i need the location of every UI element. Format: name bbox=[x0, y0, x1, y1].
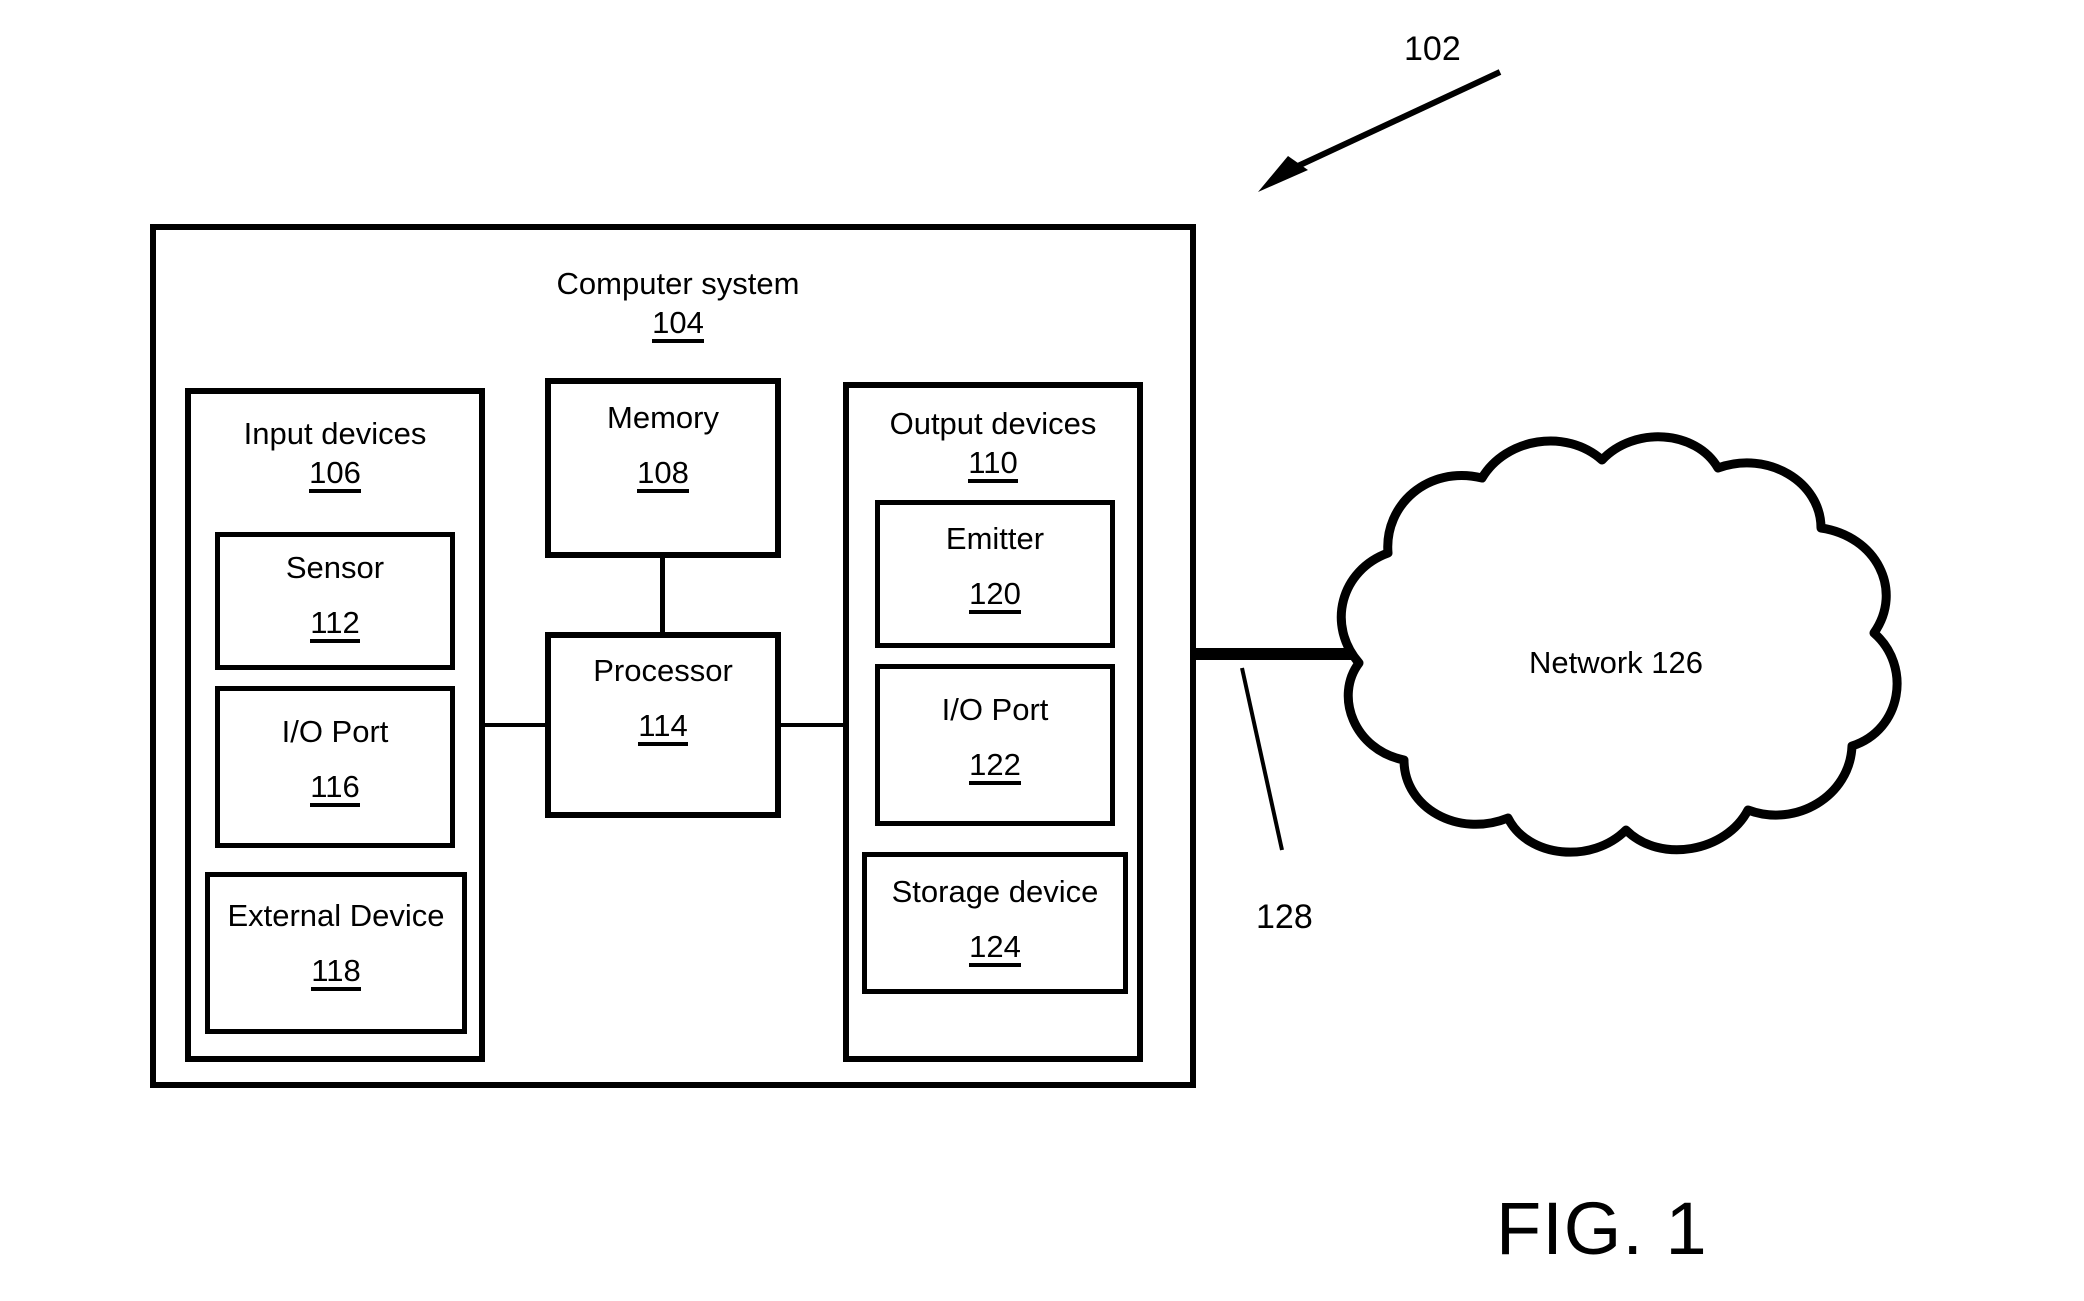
emitter-ref: 120 bbox=[969, 578, 1021, 614]
output-io-port-label: I/O Port 122 bbox=[875, 692, 1115, 785]
system-callout-arrow bbox=[1240, 60, 1540, 200]
memory-ref: 108 bbox=[637, 457, 689, 493]
memory-title: Memory bbox=[607, 400, 719, 435]
sensor-label: Sensor 112 bbox=[215, 550, 455, 643]
processor-title: Processor bbox=[593, 653, 733, 688]
output-devices-ref: 110 bbox=[968, 447, 1018, 483]
output-devices-title: Output devices bbox=[889, 406, 1097, 441]
output-io-port-ref: 122 bbox=[969, 749, 1021, 785]
external-device-title: External Device bbox=[227, 898, 445, 933]
sensor-ref: 112 bbox=[310, 607, 360, 643]
storage-device-label: Storage device 124 bbox=[862, 874, 1128, 967]
input-io-port-label: I/O Port 116 bbox=[215, 714, 455, 807]
output-devices-label: Output devices 110 bbox=[858, 406, 1128, 483]
input-io-port-ref: 116 bbox=[310, 771, 360, 807]
input-devices-label: Input devices 106 bbox=[200, 416, 470, 493]
memory-label: Memory 108 bbox=[545, 400, 781, 493]
figure-caption: FIG. 1 bbox=[1496, 1187, 1708, 1270]
memory-processor-connector bbox=[660, 556, 665, 636]
network-title: Network bbox=[1528, 645, 1643, 680]
processor-label: Processor 114 bbox=[545, 653, 781, 746]
processor-input-connector bbox=[483, 723, 547, 727]
external-device-label: External Device 118 bbox=[205, 898, 467, 991]
storage-device-ref: 124 bbox=[969, 931, 1021, 967]
computer-system-label: Computer system 104 bbox=[538, 266, 818, 343]
network-label: Network 126 bbox=[1496, 645, 1736, 681]
external-device-ref: 118 bbox=[311, 955, 361, 991]
computer-system-title: Computer system bbox=[556, 266, 800, 301]
network-ref: 126 bbox=[1651, 645, 1704, 680]
input-io-port-title: I/O Port bbox=[281, 714, 389, 749]
sensor-title: Sensor bbox=[285, 550, 385, 585]
emitter-label: Emitter 120 bbox=[875, 521, 1115, 614]
patent-figure-page: 102 Computer system 104 Input devices 10… bbox=[0, 0, 2084, 1301]
network-link-ref: 128 bbox=[1256, 898, 1313, 936]
output-io-port-title: I/O Port bbox=[941, 692, 1049, 727]
input-devices-ref: 106 bbox=[309, 457, 361, 493]
input-devices-title: Input devices bbox=[243, 416, 427, 451]
processor-ref: 114 bbox=[638, 710, 688, 746]
storage-device-title: Storage device bbox=[891, 874, 1099, 909]
emitter-title: Emitter bbox=[945, 521, 1045, 556]
system-ref-number: 102 bbox=[1404, 30, 1461, 68]
processor-output-connector bbox=[779, 723, 845, 727]
computer-system-ref: 104 bbox=[652, 307, 704, 343]
